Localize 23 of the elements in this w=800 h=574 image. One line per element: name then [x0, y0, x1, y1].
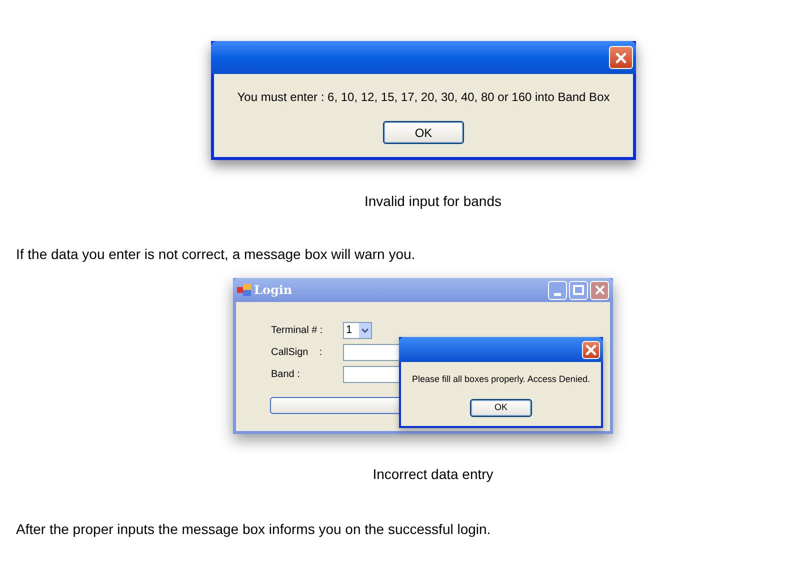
close-button[interactable]	[582, 340, 600, 358]
field-label: Terminal # :	[271, 324, 324, 338]
close-icon	[594, 285, 604, 295]
terminal-dropdown[interactable]: 1	[343, 322, 372, 339]
ok-button[interactable]: OK	[470, 398, 532, 416]
figure-caption: Invalid input for bands	[364, 192, 502, 211]
close-icon	[585, 344, 597, 356]
minimize-icon	[554, 292, 561, 296]
app-icon	[237, 284, 251, 296]
field-label: CallSign :	[271, 346, 324, 360]
figure-caption: Incorrect data entry	[372, 465, 494, 484]
body-paragraph: If the data you enter is not correct, a message box will warn you.	[16, 245, 416, 264]
close-button[interactable]	[609, 46, 633, 69]
ok-button[interactable]: OK	[383, 121, 464, 144]
close-button[interactable]	[590, 280, 609, 300]
body-paragraph: After the proper inputs the message box informs you on the successful login.	[16, 520, 491, 539]
window-title: Login	[254, 282, 292, 299]
dropdown-value: 1	[346, 323, 352, 338]
maximize-icon	[573, 285, 584, 295]
field-label: Band :	[271, 368, 301, 382]
close-icon	[615, 52, 627, 64]
message-text: Please fill all boxes properly. Access Denied.	[412, 373, 590, 386]
dialog-message: You must enter : 6, 10, 12, 15, 17, 20, 30, 40, 80 or 160 into Band Box	[237, 89, 610, 106]
